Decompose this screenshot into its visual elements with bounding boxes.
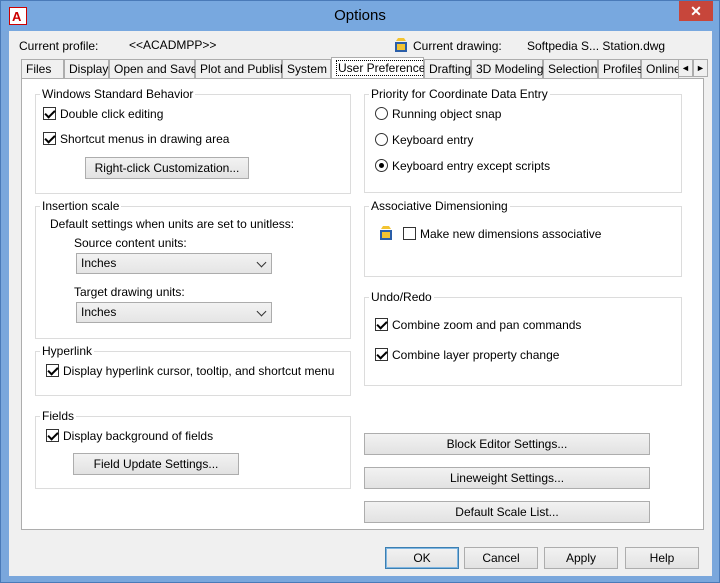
current-profile-label: Current profile: xyxy=(19,39,99,53)
associative-dimensioning-group: Associative Dimensioning Make new dimens… xyxy=(364,199,682,277)
insertion-scale-title: Insertion scale xyxy=(42,199,120,213)
display-field-background-label: Display background of fields xyxy=(63,429,214,443)
coordinate-priority-title: Priority for Coordinate Data Entry xyxy=(371,87,548,101)
tab-display[interactable]: Display xyxy=(64,59,109,79)
apply-button[interactable]: Apply xyxy=(544,547,618,569)
lineweight-settings-button[interactable]: Lineweight Settings... xyxy=(364,467,650,489)
radio-circle xyxy=(375,159,388,172)
windows-behavior-title: Windows Standard Behavior xyxy=(42,87,194,101)
tab-system[interactable]: System xyxy=(282,59,331,79)
make-new-dimensions-associative-checkbox[interactable]: Make new dimensions associative xyxy=(403,227,601,241)
right-click-customization-button[interactable]: Right-click Customization... xyxy=(85,157,249,179)
source-units-label: Source content units: xyxy=(74,236,187,250)
ok-button[interactable]: OK xyxy=(385,547,459,569)
source-units-select[interactable]: Inches xyxy=(76,253,272,274)
title-bar[interactable]: A Options ✕ xyxy=(1,1,719,31)
target-units-value: Inches xyxy=(81,305,117,319)
fields-title: Fields xyxy=(42,409,75,423)
window-title: Options xyxy=(334,7,386,24)
keyboard-except-scripts-label: Keyboard entry except scripts xyxy=(392,159,551,173)
shortcut-menus-label: Shortcut menus in drawing area xyxy=(60,132,230,146)
dialog-body: Current profile: <<ACADMPP>> Current dra… xyxy=(9,31,712,576)
tab-open-and-save[interactable]: Open and Save xyxy=(109,59,197,79)
source-units-value: Inches xyxy=(81,256,117,270)
tab-files[interactable]: Files xyxy=(21,59,64,79)
coordinate-priority-group: Priority for Coordinate Data Entry Runni… xyxy=(364,87,682,193)
checkbox-box xyxy=(375,348,388,361)
block-editor-settings-button[interactable]: Block Editor Settings... xyxy=(364,433,650,455)
target-units-select[interactable]: Inches xyxy=(76,302,272,323)
tab-online[interactable]: Online xyxy=(641,59,681,79)
target-units-label: Target drawing units: xyxy=(74,285,185,299)
insertion-scale-description: Default settings when units are set to u… xyxy=(50,217,295,231)
cancel-button[interactable]: Cancel xyxy=(464,547,538,569)
radio-circle xyxy=(375,133,388,146)
hyperlink-group: Hyperlink Display hyperlink cursor, tool… xyxy=(35,344,351,396)
field-update-settings-button[interactable]: Field Update Settings... xyxy=(73,453,239,475)
tab-selection[interactable]: Selection xyxy=(543,59,598,79)
tab-scroll-left-button[interactable]: ◄ xyxy=(678,59,693,77)
chevron-down-icon xyxy=(256,257,267,268)
tab-plot-and-publish[interactable]: Plot and Publish xyxy=(195,59,287,79)
tab-scroll-right-button[interactable]: ► xyxy=(693,59,708,77)
hyperlink-title: Hyperlink xyxy=(42,344,93,358)
current-drawing-value: Softpedia S... Station.dwg xyxy=(527,39,666,53)
user-preferences-panel: Windows Standard Behavior Double click e… xyxy=(21,78,704,530)
close-button[interactable]: ✕ xyxy=(679,1,713,21)
tab-profiles[interactable]: Profiles xyxy=(598,59,643,79)
running-object-snap-label: Running object snap xyxy=(392,107,502,121)
double-click-checkbox[interactable]: Double click editing xyxy=(43,107,163,121)
checkbox-box xyxy=(46,429,59,442)
dialog-footer: OK Cancel Apply Help xyxy=(9,536,712,576)
help-button[interactable]: Help xyxy=(625,547,699,569)
combine-zoom-pan-label: Combine zoom and pan commands xyxy=(392,318,582,332)
display-hyperlink-checkbox[interactable]: Display hyperlink cursor, tooltip, and s… xyxy=(46,364,334,378)
tab-3d-modeling[interactable]: 3D Modeling xyxy=(471,59,543,79)
checkbox-box xyxy=(375,318,388,331)
drawing-file-icon xyxy=(395,38,407,52)
fields-group: Fields Display background of fields Fiel… xyxy=(35,409,351,489)
checkbox-box xyxy=(403,227,416,240)
associative-dimensioning-title: Associative Dimensioning xyxy=(371,199,508,213)
undo-redo-title: Undo/Redo xyxy=(371,290,432,304)
display-hyperlink-label: Display hyperlink cursor, tooltip, and s… xyxy=(63,364,335,378)
combine-layer-property-label: Combine layer property change xyxy=(392,348,560,362)
windows-behavior-group: Windows Standard Behavior Double click e… xyxy=(35,87,351,194)
current-profile-value: <<ACADMPP>> xyxy=(129,38,217,52)
combine-zoom-pan-checkbox[interactable]: Combine zoom and pan commands xyxy=(375,318,581,332)
running-object-snap-radio[interactable]: Running object snap xyxy=(375,107,501,121)
display-field-background-checkbox[interactable]: Display background of fields xyxy=(46,429,213,443)
checkbox-box xyxy=(46,364,59,377)
shortcut-menus-checkbox[interactable]: Shortcut menus in drawing area xyxy=(43,132,229,146)
radio-circle xyxy=(375,107,388,120)
options-window: A Options ✕ Current profile: <<ACADMPP>>… xyxy=(0,0,720,583)
keyboard-entry-radio[interactable]: Keyboard entry xyxy=(375,133,473,147)
tab-drafting[interactable]: Drafting xyxy=(424,59,471,79)
keyboard-except-scripts-radio[interactable]: Keyboard entry except scripts xyxy=(375,159,550,173)
keyboard-entry-label: Keyboard entry xyxy=(392,133,474,147)
combine-layer-property-checkbox[interactable]: Combine layer property change xyxy=(375,348,559,362)
make-new-dimensions-associative-label: Make new dimensions associative xyxy=(420,227,602,241)
checkbox-box xyxy=(43,132,56,145)
profile-row: Current profile: <<ACADMPP>> Current dra… xyxy=(9,37,709,55)
chevron-down-icon xyxy=(256,306,267,317)
double-click-label: Double click editing xyxy=(60,107,164,121)
default-scale-list-button[interactable]: Default Scale List... xyxy=(364,501,650,523)
drawing-file-icon xyxy=(380,226,392,240)
tab-user-preferences[interactable]: User Preferences xyxy=(331,57,434,79)
tab-user-preferences-label: User Preferences xyxy=(336,60,434,76)
checkbox-box xyxy=(43,107,56,120)
current-drawing-label: Current drawing: xyxy=(413,39,502,53)
undo-redo-group: Undo/Redo Combine zoom and pan commands … xyxy=(364,290,682,386)
insertion-scale-group: Insertion scale Default settings when un… xyxy=(35,199,351,339)
